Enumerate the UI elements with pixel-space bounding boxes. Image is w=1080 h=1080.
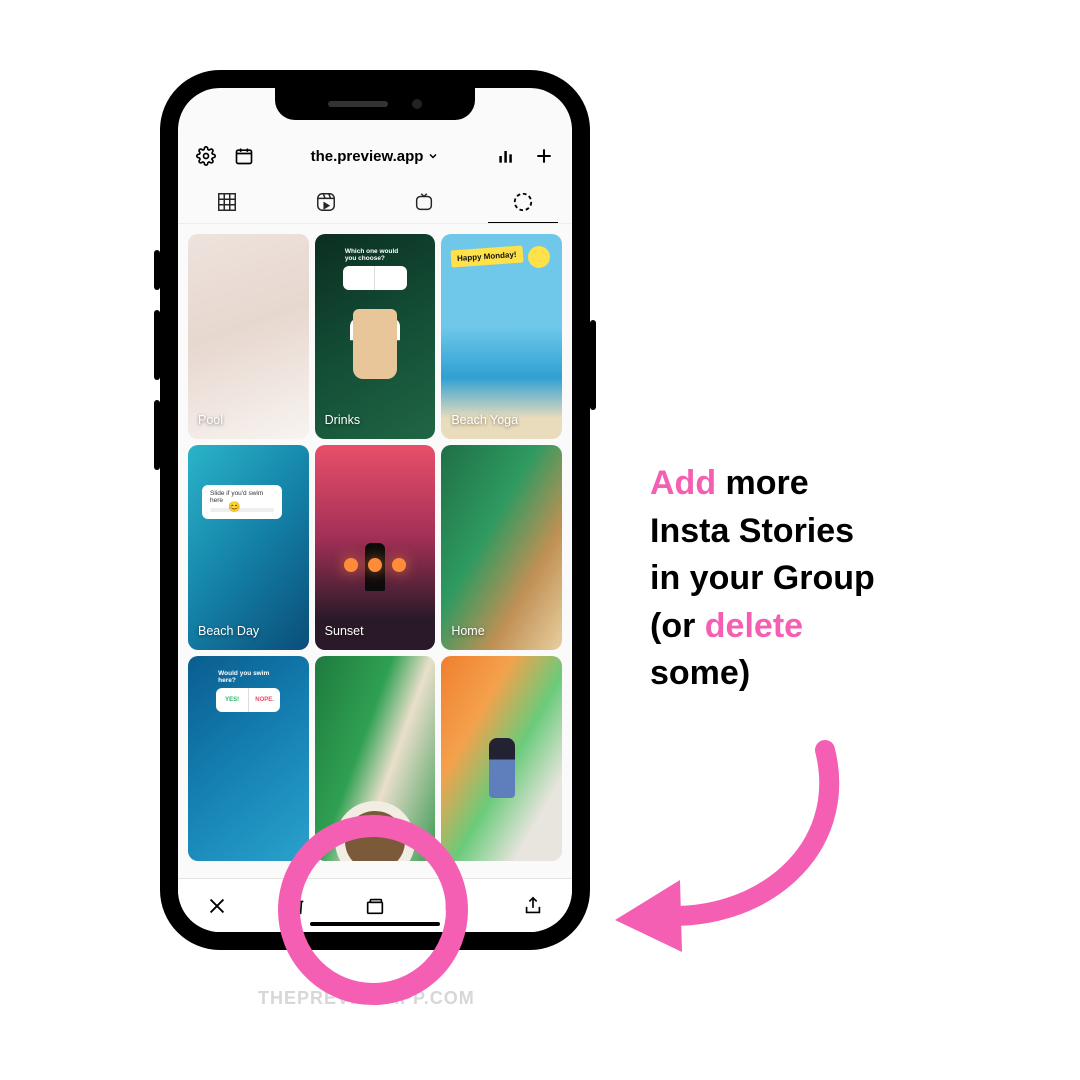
tile-label: Beach Yoga	[451, 413, 518, 427]
settings-gear-icon[interactable]	[196, 146, 216, 166]
analytics-icon[interactable]	[496, 146, 516, 166]
story-tile-pool[interactable]: Pool	[188, 234, 309, 439]
story-tile-beach-day[interactable]: Slide if you'd swim here 😊 Beach Day	[188, 445, 309, 650]
story-tile-beach-yoga[interactable]: Happy Monday! Beach Yoga	[441, 234, 562, 439]
export-share-icon[interactable]	[522, 895, 544, 917]
annotation-word-delete: delete	[705, 607, 803, 645]
story-tile-home[interactable]: Home	[441, 445, 562, 650]
app-topbar: the.preview.app	[178, 136, 572, 176]
calendar-icon[interactable]	[234, 146, 254, 166]
tile-label: Home	[451, 624, 484, 638]
phone-notch	[275, 88, 475, 120]
poll-sticker: YES! NOPE.	[216, 688, 280, 712]
tab-grid-icon[interactable]	[216, 191, 238, 213]
tab-reels-icon[interactable]	[315, 191, 337, 213]
highlight-circle	[278, 815, 468, 1005]
tab-igtv-icon[interactable]	[413, 191, 435, 213]
slider-sticker: Slide if you'd swim here 😊	[202, 485, 282, 519]
side-button	[590, 320, 596, 410]
tile-label: Pool	[198, 413, 223, 427]
tile-overlay-text: Which one would you choose?	[345, 248, 405, 262]
annotation-word-add: Add	[650, 464, 716, 502]
close-x-icon[interactable]	[206, 895, 228, 917]
active-tab-underline	[488, 222, 558, 224]
tile-label: Drinks	[325, 413, 360, 427]
phone-screen: the.preview.app	[178, 88, 572, 932]
stories-grid: Pool Which one would you choose? Drinks …	[184, 230, 566, 878]
tile-label: Beach Day	[198, 624, 259, 638]
story-tile-drinks[interactable]: Which one would you choose? Drinks	[315, 234, 436, 439]
tab-stories-icon[interactable]	[512, 191, 534, 213]
side-button	[154, 400, 160, 470]
add-plus-icon[interactable]	[534, 146, 554, 166]
side-button	[154, 250, 160, 290]
content-tabs	[178, 180, 572, 224]
poll-caption: Would you swim here?	[218, 670, 278, 684]
account-switcher[interactable]: the.preview.app	[311, 148, 440, 165]
story-tile-balloon[interactable]	[441, 656, 562, 861]
sun-graphic	[528, 246, 550, 268]
side-button	[154, 310, 160, 380]
annotation-text: Add more Insta Stories in your Group (or…	[650, 460, 1010, 698]
tile-label: Sunset	[325, 624, 364, 638]
poll-sticker	[343, 266, 407, 290]
chevron-down-icon	[427, 150, 439, 162]
story-tile-sunset[interactable]: Sunset	[315, 445, 436, 650]
account-name: the.preview.app	[311, 148, 424, 165]
sticker-badge: Happy Monday!	[451, 246, 524, 268]
annotation-arrow-icon	[600, 740, 860, 960]
story-tile-swim[interactable]: Would you swim here? YES! NOPE.	[188, 656, 309, 861]
